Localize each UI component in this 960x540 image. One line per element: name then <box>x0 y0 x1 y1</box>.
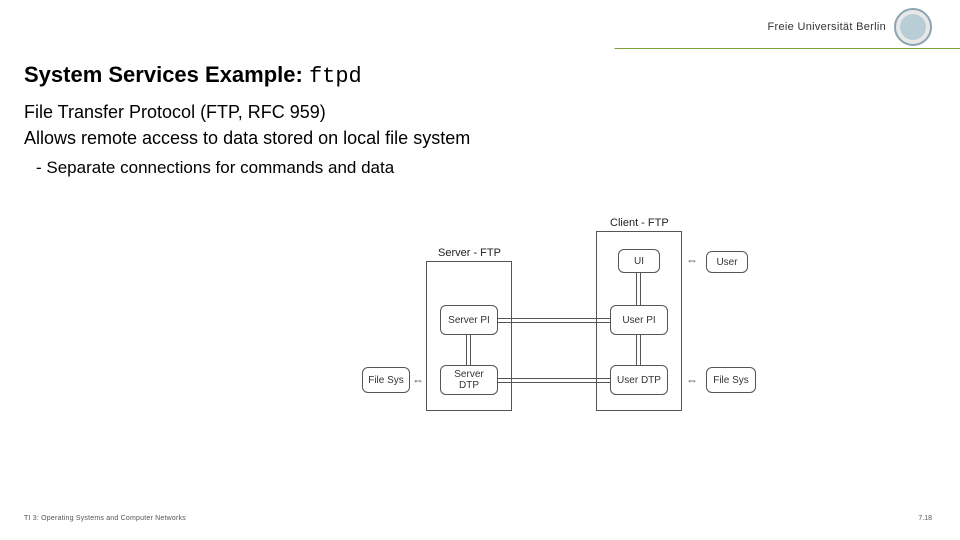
connector-ui-pi <box>636 273 637 305</box>
connector-pi-dtp-client-2 <box>640 335 641 365</box>
connector-pi-dtp-server <box>466 335 467 365</box>
body-line-2: Allows remote access to data stored on l… <box>24 126 936 150</box>
bidir-arrow-icon: ⇔ <box>412 373 424 387</box>
header-divider <box>0 48 960 49</box>
connector-pi-dtp-client <box>636 335 637 365</box>
connector-pi-2 <box>498 322 610 323</box>
server-dtp-node: Server DTP <box>440 365 498 395</box>
server-group-label: Server - FTP <box>438 247 501 259</box>
university-name: Freie Universität Berlin <box>768 21 886 33</box>
file-sys-right-node: File Sys <box>706 367 756 393</box>
university-seal-icon <box>894 8 932 46</box>
connector-pi <box>498 318 610 319</box>
slide-body: File Transfer Protocol (FTP, RFC 959) Al… <box>24 100 936 180</box>
user-pi-node: User PI <box>610 305 668 335</box>
client-group-label: Client - FTP <box>610 217 669 229</box>
ui-node: UI <box>618 249 660 273</box>
connector-dtp <box>498 378 610 379</box>
footer-course-title: TI 3: Operating Systems and Computer Net… <box>24 515 186 522</box>
title-prefix: System Services Example: <box>24 62 309 87</box>
body-bullet-1: Separate connections for commands and da… <box>24 157 936 180</box>
connector-dtp-2 <box>498 382 610 383</box>
footer-page-number: 7.18 <box>918 515 932 522</box>
bidir-arrow-icon: ⇔ <box>686 253 698 267</box>
connector-pi-dtp-server-2 <box>470 335 471 365</box>
file-sys-left-node: File Sys <box>362 367 410 393</box>
user-dtp-node: User DTP <box>610 365 668 395</box>
university-logo: Freie Universität Berlin <box>768 8 932 46</box>
slide-title: System Services Example: ftpd <box>24 62 362 89</box>
title-code: ftpd <box>309 64 362 89</box>
user-node: User <box>706 251 748 273</box>
body-line-1: File Transfer Protocol (FTP, RFC 959) <box>24 100 936 124</box>
connector-ui-pi-2 <box>640 273 641 305</box>
server-pi-node: Server PI <box>440 305 498 335</box>
bidir-arrow-icon: ⇔ <box>686 373 698 387</box>
ftp-architecture-diagram: Server - FTP Client - FTP Server PI Serv… <box>370 215 840 455</box>
